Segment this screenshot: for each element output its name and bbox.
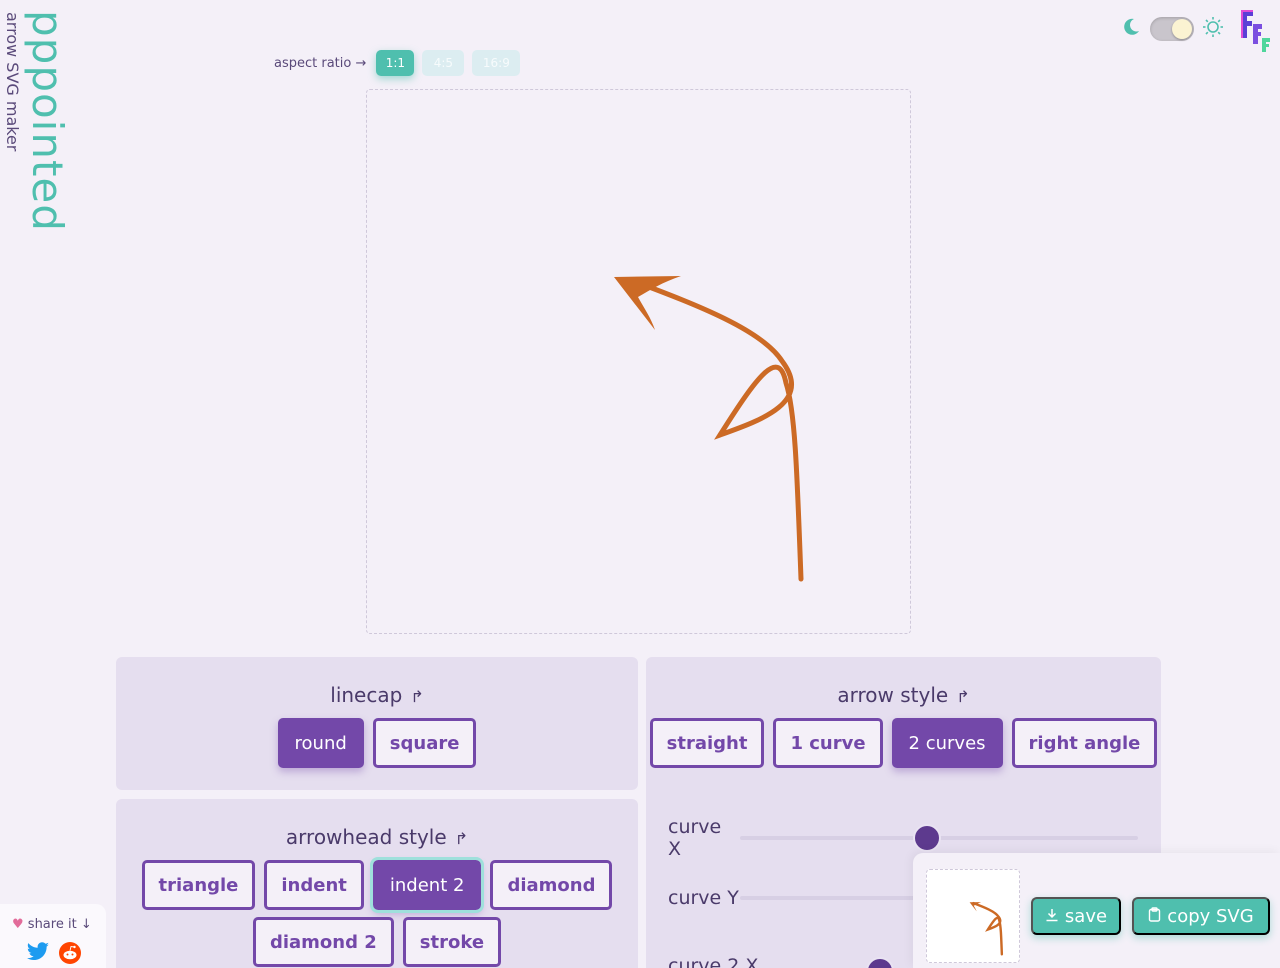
pointer-arrow-icon: ↱ xyxy=(454,829,469,848)
share-label: ♥ share it ↓ xyxy=(12,917,92,932)
arrowhead-triangle-button[interactable]: triangle xyxy=(141,860,256,910)
brand-subtitle: arrow SVG maker xyxy=(3,12,22,152)
linecap-panel: linecap ↱ round square xyxy=(116,657,638,790)
clipboard-icon xyxy=(1148,906,1161,927)
arrowhead-diamond-2-button[interactable]: diamond 2 xyxy=(252,917,394,967)
arrowhead-title: arrowhead style ↱ xyxy=(116,825,638,849)
brand-title: pppointed xyxy=(23,10,72,232)
export-bar: save copy SVG xyxy=(913,853,1280,968)
style-2-curves-button[interactable]: 2 curves xyxy=(891,718,1003,768)
arrow-style-title-text: arrow style xyxy=(837,683,949,707)
share-label-text: share it xyxy=(27,917,77,932)
theme-toggle[interactable] xyxy=(1150,17,1194,41)
style-right-angle-button[interactable]: right angle xyxy=(1011,718,1158,768)
linecap-title: linecap ↱ xyxy=(116,683,638,707)
curve-x-label: curve X xyxy=(668,816,722,860)
sun-icon xyxy=(1202,16,1224,42)
save-button[interactable]: save xyxy=(1031,897,1121,935)
theme-switcher xyxy=(1120,16,1224,42)
download-icon xyxy=(1045,906,1059,927)
linecap-options: round square xyxy=(116,718,638,768)
curve-y-label: curve Y xyxy=(668,887,739,909)
arrow-preview-svg xyxy=(614,276,804,582)
arrowhead-diamond-button[interactable]: diamond xyxy=(490,860,613,910)
aspect-1-1-button[interactable]: 1:1 xyxy=(376,50,415,76)
style-1-curve-button[interactable]: 1 curve xyxy=(773,718,883,768)
brand: pppointed arrow SVG maker xyxy=(0,0,72,250)
moon-icon xyxy=(1120,16,1142,42)
curve-2-x-slider-knob[interactable] xyxy=(866,957,894,968)
linecap-square-button[interactable]: square xyxy=(372,718,477,768)
curve-2-x-slider-row: curve 2 X xyxy=(668,955,894,968)
linecap-title-text: linecap xyxy=(330,683,403,707)
heart-icon: ♥ xyxy=(12,917,24,932)
arrow-canvas[interactable] xyxy=(366,89,911,634)
arrowhead-options-row-1: triangle indent indent 2 diamond xyxy=(116,857,638,913)
linecap-round-button[interactable]: round xyxy=(277,718,364,768)
curve-x-slider[interactable] xyxy=(740,824,1138,852)
arrowhead-indent-button[interactable]: indent xyxy=(264,860,364,910)
share-box: ♥ share it ↓ xyxy=(0,904,106,968)
arrowhead-title-text: arrowhead style xyxy=(285,825,447,849)
aspect-16-9-button[interactable]: 16:9 xyxy=(472,50,521,76)
share-icons xyxy=(26,942,81,968)
copy-svg-button[interactable]: copy SVG xyxy=(1132,897,1270,935)
pointer-arrow-icon: ↱ xyxy=(410,687,424,706)
arrowhead-indent-2-button[interactable]: indent 2 xyxy=(369,857,485,913)
copy-svg-label: copy SVG xyxy=(1167,905,1254,927)
arrow-style-options: straight 1 curve 2 curves right angle xyxy=(646,718,1161,768)
aspect-ratio-selector: aspect ratio → 1:1 4:5 16:9 xyxy=(274,50,521,76)
arrow-style-title: arrow style ↱ xyxy=(646,683,1161,707)
curve-x-slider-knob[interactable] xyxy=(913,824,942,852)
save-label: save xyxy=(1064,905,1108,927)
arrowhead-panel: arrowhead style ↱ triangle indent indent … xyxy=(116,799,638,968)
toggle-knob xyxy=(1172,19,1192,39)
arrowhead-options-row-2: diamond 2 stroke xyxy=(116,917,638,967)
arrowhead-stroke-button[interactable]: stroke xyxy=(402,917,502,967)
fff-logo[interactable] xyxy=(1238,8,1274,52)
aspect-ratio-label: aspect ratio → xyxy=(274,55,367,71)
aspect-4-5-button[interactable]: 4:5 xyxy=(422,50,465,76)
pointer-arrow-icon: ↱ xyxy=(956,687,970,706)
arrow-thumbnail xyxy=(926,869,1020,963)
twitter-icon[interactable] xyxy=(26,942,50,968)
arrow-down-icon: ↓ xyxy=(80,917,92,932)
style-straight-button[interactable]: straight xyxy=(649,718,765,768)
curve-2-x-label: curve 2 X xyxy=(668,955,759,968)
reddit-icon[interactable] xyxy=(59,942,81,968)
